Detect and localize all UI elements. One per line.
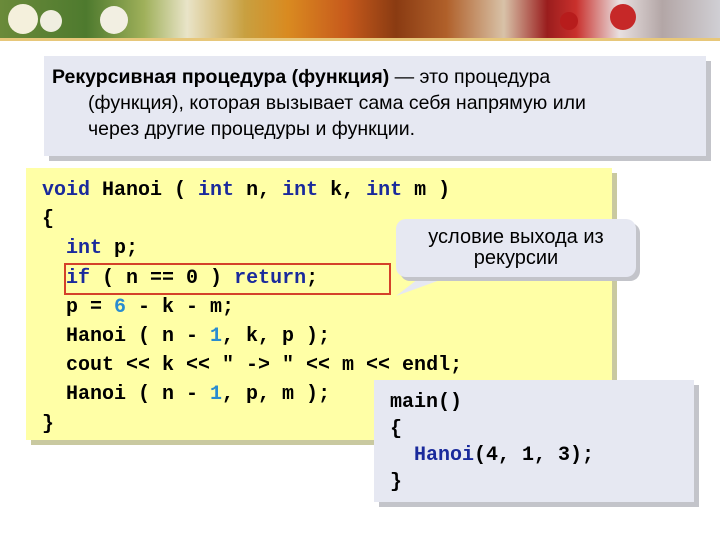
definition-term: Рекурсивная процедура (функция) <box>52 66 390 88</box>
code-line: Hanoi(4, 1, 3); <box>390 443 594 470</box>
keyword-int: int <box>198 179 235 202</box>
exit-condition-highlight <box>64 263 391 295</box>
code-text: (4, 1, 3); <box>474 444 595 467</box>
daisy-flower-image <box>100 6 128 34</box>
code-text: Hanoi ( <box>90 179 199 202</box>
banner-divider <box>0 38 720 41</box>
keyword-void: void <box>42 179 91 202</box>
code-line: cout << k << " -> " << m << endl; <box>42 354 463 378</box>
code-text: , p, m ); <box>222 383 331 407</box>
keyword-int: int <box>366 179 403 202</box>
code-text: p; <box>102 237 139 261</box>
number-literal: 1 <box>210 383 223 407</box>
callout-line: условие выхода из <box>428 226 604 248</box>
function-call-hanoi: Hanoi <box>414 444 475 467</box>
daisy-flower-image <box>8 4 38 34</box>
code-text: Hanoi ( n - <box>42 383 211 407</box>
code-text: , k, p ); <box>222 325 331 349</box>
callout-text: условие выхода из рекурсии <box>396 227 636 269</box>
berry-image <box>560 12 578 30</box>
code-text: p = <box>42 295 115 319</box>
daisy-flower-image <box>40 10 62 32</box>
code-text: - k - m; <box>126 295 235 319</box>
definition-box: Рекурсивная процедура (функция) — это пр… <box>44 56 706 156</box>
code-line: } <box>390 470 403 494</box>
main-code-block: main() { Hanoi(4, 1, 3);} <box>374 380 694 502</box>
number-literal: 6 <box>114 295 127 319</box>
definition-text: — это процедура <box>389 66 551 88</box>
berry-image <box>610 4 636 30</box>
number-literal: 1 <box>210 325 223 349</box>
callout-line: рекурсии <box>473 247 559 269</box>
decorative-photo-banner <box>0 0 720 38</box>
definition-line: через другие процедуры и функции. <box>88 118 416 140</box>
main-code: main() { Hanoi(4, 1, 3);} <box>390 390 594 496</box>
code-text: Hanoi ( n - <box>42 325 211 349</box>
code-line: main() <box>390 391 463 414</box>
code-text: k, <box>318 179 367 202</box>
code-line: void Hanoi ( int n, int k, int m ) <box>42 176 462 205</box>
keyword-int: int <box>282 179 319 202</box>
code-line: Hanoi ( n - 1, k, p ); <box>42 322 462 351</box>
exit-condition-callout: условие выхода из рекурсии <box>396 219 636 277</box>
code-text: m ) <box>402 179 451 202</box>
code-text: n, <box>234 179 283 202</box>
definition-line: Рекурсивная процедура (функция) — это пр… <box>52 64 696 90</box>
keyword-int: int <box>66 237 103 261</box>
definition-line: (функция), которая вызывает сама себя на… <box>88 92 586 114</box>
code-line: { <box>390 417 403 441</box>
